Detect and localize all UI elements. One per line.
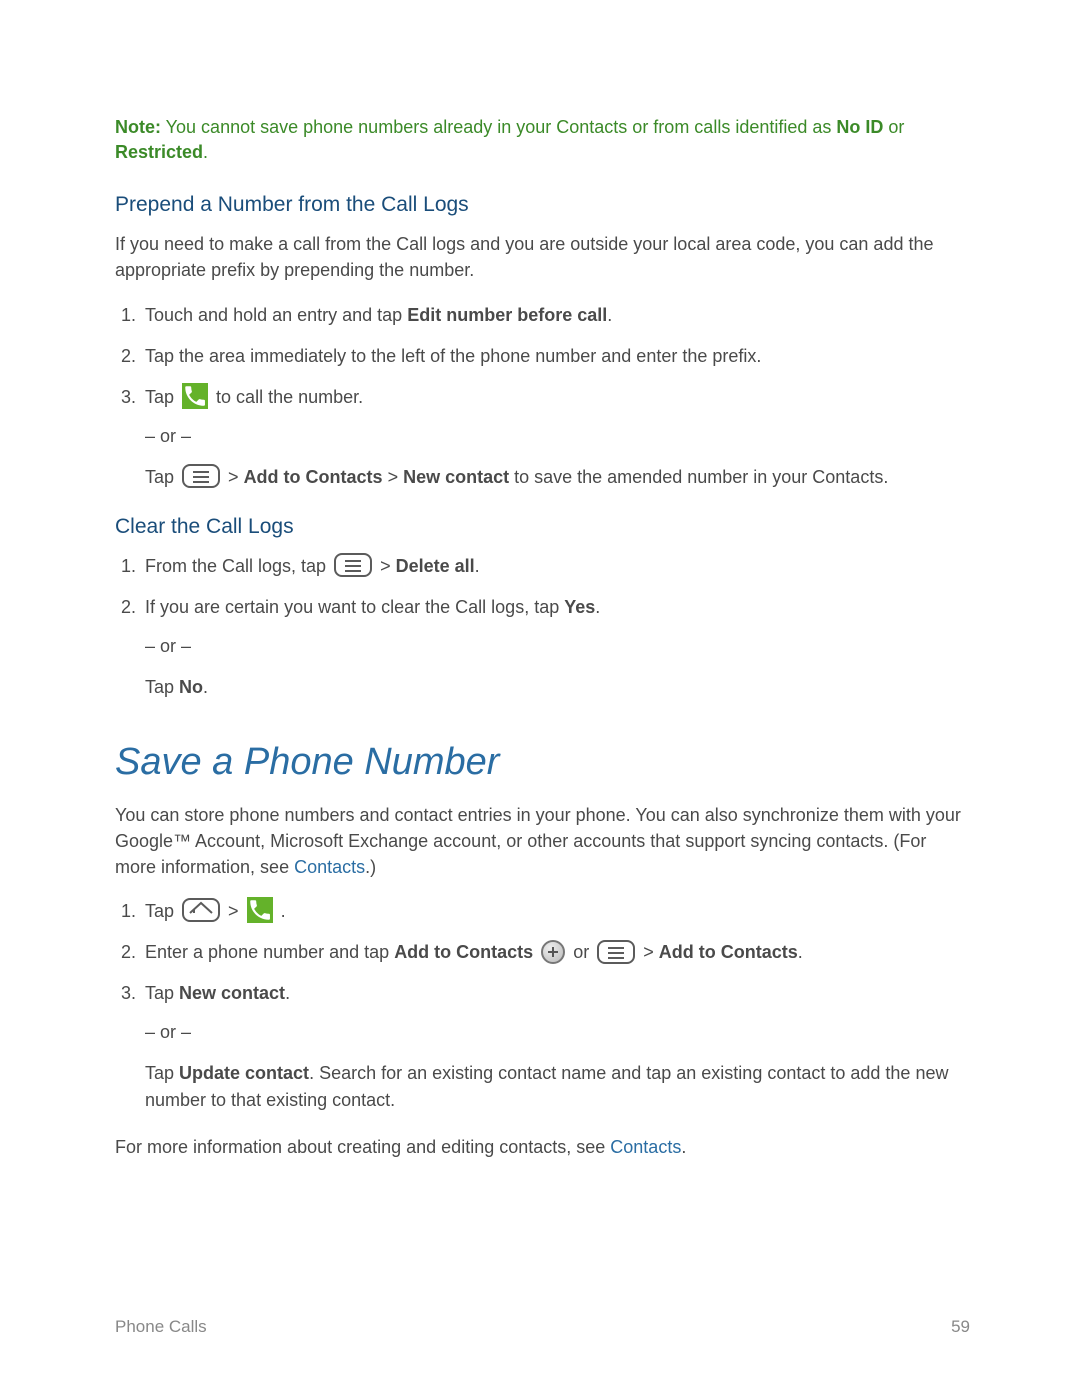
text: For more information about creating and … [115,1137,610,1157]
yes-bold: Yes [564,597,595,617]
text: Tap [145,983,179,1003]
contacts-link[interactable]: Contacts [610,1137,681,1157]
clear-step-1: From the Call logs, tap > Delete all. [141,553,970,580]
prepend-step-1: Touch and hold an entry and tap Edit num… [141,302,970,329]
text: Enter a phone number and tap [145,942,394,962]
note-restricted: Restricted [115,142,203,162]
or-separator: – or – [145,423,970,450]
text: . [281,901,286,921]
add-to-contacts-bold: Add to Contacts [659,942,798,962]
delete-all-bold: Delete all [396,556,475,576]
save-step-3: Tap New contact. – or – Tap Update conta… [141,980,970,1114]
save-intro: You can store phone numbers and contact … [115,802,970,880]
text: Tap [145,901,179,921]
section-title-save: Save a Phone Number [115,741,970,784]
save-step-2: Enter a phone number and tap Add to Cont… [141,939,970,966]
text: If you are certain you want to clear the… [145,597,564,617]
text: . [681,1137,686,1157]
update-contact-bold: Update contact [179,1063,309,1083]
home-icon [182,898,220,922]
text: to call the number. [216,387,363,407]
phone-icon [182,383,208,409]
text: . [595,597,600,617]
gt: > [380,556,396,576]
new-contact-bold: New contact [403,467,509,487]
heading-prepend: Prepend a Number from the Call Logs [115,193,970,217]
text: Tap [145,387,179,407]
note-block: Note: You cannot save phone numbers alre… [115,115,970,165]
prepend-step-2: Tap the area immediately to the left of … [141,343,970,370]
save-step-3b: Tap Update contact. Search for an existi… [145,1060,970,1114]
gt: > [228,467,244,487]
menu-icon [597,940,635,964]
or-separator: – or – [145,1019,970,1046]
prepend-steps: Touch and hold an entry and tap Edit num… [115,302,970,491]
note-noid: No ID [836,117,883,137]
edit-number-bold: Edit number before call [407,305,607,325]
text: . [798,942,803,962]
contacts-link[interactable]: Contacts [294,857,365,877]
no-bold: No [179,677,203,697]
footer-section: Phone Calls [115,1317,207,1337]
text: Tap [145,467,179,487]
note-body-pre: You cannot save phone numbers already in… [161,117,836,137]
text: . [203,677,208,697]
add-to-contacts-bold: Add to Contacts [244,467,383,487]
add-icon [541,940,565,964]
prepend-step-3b: Tap > Add to Contacts > New contact to s… [145,464,970,491]
note-or: or [883,117,904,137]
prepend-step-3: Tap to call the number. – or – Tap > Add… [141,384,970,491]
clear-step-2: If you are certain you want to clear the… [141,594,970,701]
text: or [573,942,594,962]
note-dot: . [203,142,208,162]
phone-icon [247,897,273,923]
text: to save the amended number in your Conta… [509,467,888,487]
or-separator: – or – [145,633,970,660]
heading-clear: Clear the Call Logs [115,515,970,539]
text: . [607,305,612,325]
add-to-contacts-bold: Add to Contacts [394,942,533,962]
text: Tap [145,677,179,697]
text: . [475,556,480,576]
save-step-1: Tap > . [141,898,970,925]
gt: > [643,942,659,962]
gt: > [228,901,244,921]
save-outro: For more information about creating and … [115,1134,970,1160]
text: Tap [145,1063,179,1083]
save-steps: Tap > . Enter a phone number and tap Add… [115,898,970,1114]
page-number: 59 [951,1317,970,1337]
note-label: Note: [115,117,161,137]
text: You can store phone numbers and contact … [115,805,961,877]
text: . [285,983,290,1003]
prepend-intro: If you need to make a call from the Call… [115,231,970,283]
clear-steps: From the Call logs, tap > Delete all. If… [115,553,970,701]
menu-icon [334,553,372,577]
text: Touch and hold an entry and tap [145,305,407,325]
menu-icon [182,464,220,488]
text: From the Call logs, tap [145,556,331,576]
text: .) [365,857,376,877]
gt: > [383,467,404,487]
new-contact-bold: New contact [179,983,285,1003]
clear-step-2b: Tap No. [145,674,970,701]
